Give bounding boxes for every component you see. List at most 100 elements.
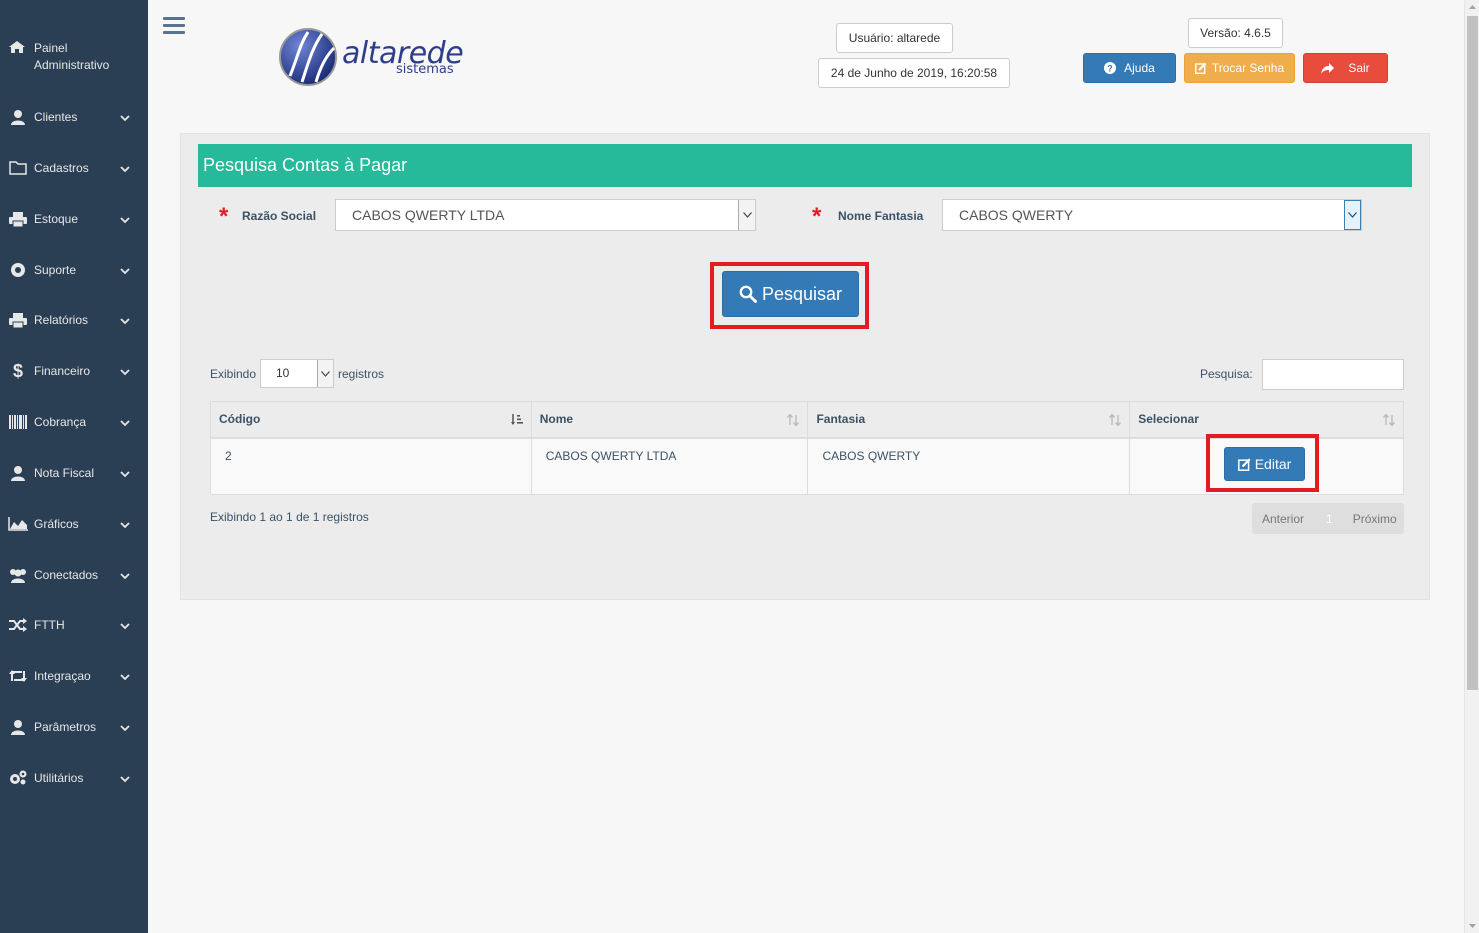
column-header-label: Nome	[539, 412, 574, 427]
logout-label: Sair	[1348, 61, 1370, 75]
sidebar-item-ftth[interactable]: FTTH	[0, 610, 148, 640]
chevron-down-icon	[120, 671, 130, 681]
length-prefix: Exibindo	[210, 367, 257, 381]
chevron-down-icon	[120, 620, 130, 630]
editar-button[interactable]: Editar	[1224, 447, 1305, 481]
sidebar-item-label: Clientes	[34, 110, 78, 124]
sidebar-item-cobranca[interactable]: Cobrança	[0, 407, 148, 437]
area-chart-icon	[8, 515, 28, 533]
column-header-fantasia[interactable]: Fantasia	[807, 401, 1131, 439]
nome-fantasia-select[interactable]: CABOS QWERTY	[942, 199, 1362, 231]
page-length-value: 10	[276, 366, 290, 380]
menu-toggle-icon[interactable]	[163, 17, 185, 35]
pesquisar-button-label: Pesquisar	[761, 283, 843, 304]
random-icon	[8, 616, 28, 634]
sidebar-item-label: Nota Fiscal	[34, 466, 95, 480]
nome-fantasia-label: Nome Fantasia	[838, 209, 924, 223]
sidebar-item-cadastros[interactable]: Cadastros	[0, 153, 148, 183]
question-circle-icon: ?	[1104, 62, 1117, 74]
column-header-codigo[interactable]: Código	[210, 401, 532, 439]
sidebar-item-relatorios[interactable]: Relatórios	[0, 305, 148, 335]
users-icon	[8, 566, 28, 584]
barcode-icon	[8, 413, 28, 431]
page-scrollbar[interactable]	[1464, 0, 1479, 933]
chevron-down-icon	[120, 468, 130, 478]
sidebar-item-label: Financeiro	[34, 364, 91, 378]
table-header-row: Código Nome Fantasia Selecionar	[210, 401, 1404, 439]
pesquisar-button[interactable]: Pesquisar	[722, 271, 859, 317]
sidebar-item-integracao[interactable]: Integraçao	[0, 661, 148, 691]
chevron-down-icon	[738, 200, 755, 230]
sidebar-item-parametros[interactable]: Parâmetros	[0, 712, 148, 742]
chevron-down-icon	[317, 360, 333, 387]
page-length-select[interactable]: 10	[260, 359, 334, 388]
razao-social-label: Razão Social	[242, 209, 317, 223]
pagination-previous[interactable]: Anterior	[1262, 512, 1304, 526]
table-search-input[interactable]	[1262, 359, 1404, 390]
folder-icon	[8, 159, 28, 177]
user-icon	[8, 108, 28, 126]
chevron-down-icon	[1344, 200, 1361, 230]
scroll-up-icon[interactable]	[1465, 0, 1479, 15]
sidebar-item-clientes[interactable]: Clientes	[0, 102, 148, 132]
sidebar-item-conectados[interactable]: Conectados	[0, 560, 148, 590]
sidebar-item-label: Integraçao	[34, 669, 91, 683]
sidebar-item-label: Estoque	[34, 212, 79, 226]
chevron-down-icon	[120, 722, 130, 732]
column-header-selecionar[interactable]: Selecionar	[1129, 401, 1404, 439]
sidebar-item-utilitarios[interactable]: Utilitários	[0, 763, 148, 793]
pagination-page[interactable]: 1	[1326, 512, 1333, 526]
edit-icon	[1237, 457, 1251, 471]
sidebar-item-nota-fiscal[interactable]: Nota Fiscal	[0, 458, 148, 488]
chevron-down-icon	[120, 570, 130, 580]
chevron-down-icon	[120, 112, 130, 122]
search-icon	[739, 285, 757, 303]
cell-codigo: 2	[210, 437, 532, 495]
logo: altarede sistemas	[278, 26, 468, 88]
sidebar-item-financeiro[interactable]: $ Financeiro	[0, 356, 148, 386]
svg-text:?: ?	[1107, 64, 1113, 74]
sort-icon	[787, 413, 800, 427]
sidebar-item-graficos[interactable]: Gráficos	[0, 509, 148, 539]
home-icon	[8, 40, 28, 56]
sidebar-item-label: Cadastros	[34, 161, 89, 175]
sidebar-header[interactable]: Painel Administrativo	[8, 40, 143, 74]
change-password-button[interactable]: Trocar Senha	[1184, 53, 1295, 83]
chevron-down-icon	[120, 519, 130, 529]
help-button[interactable]: ? Ajuda	[1083, 53, 1176, 83]
pagination: Anterior 1 Próximo	[1252, 503, 1404, 534]
length-suffix: registros	[338, 367, 385, 381]
sidebar-item-label: Suporte	[34, 263, 77, 277]
sidebar-header-label: Painel Administrativo	[34, 41, 110, 72]
sidebar-item-suporte[interactable]: Suporte	[0, 255, 148, 285]
help-button-label: Ajuda	[1124, 61, 1155, 75]
chevron-down-icon	[120, 773, 130, 783]
razao-social-select[interactable]: CABOS QWERTY LTDA	[335, 199, 756, 231]
chevron-down-icon	[120, 214, 130, 224]
version-badge: Versão: 4.6.5	[1188, 18, 1283, 48]
pagination-next[interactable]: Próximo	[1353, 512, 1397, 526]
column-header-label: Selecionar	[1138, 412, 1199, 427]
logout-button[interactable]: Sair	[1303, 53, 1388, 83]
user-icon	[8, 464, 28, 482]
printer-icon	[8, 210, 28, 228]
edit-icon	[1194, 62, 1207, 74]
chevron-down-icon	[120, 315, 130, 325]
sidebar-item-label: Parâmetros	[34, 720, 97, 734]
cogs-icon	[8, 769, 28, 787]
scroll-down-icon[interactable]	[1465, 918, 1479, 933]
scrollbar-thumb[interactable]	[1467, 16, 1478, 690]
user-icon	[8, 718, 28, 736]
sidebar: Painel Administrativo Clientes Cadastros …	[0, 0, 148, 933]
search-label: Pesquisa:	[1200, 367, 1253, 381]
sidebar-item-label: FTTH	[34, 618, 65, 632]
change-password-label: Trocar Senha	[1211, 61, 1285, 75]
page-title: Pesquisa Contas à Pagar	[198, 144, 1412, 187]
sidebar-item-estoque[interactable]: Estoque	[0, 204, 148, 234]
column-header-nome[interactable]: Nome	[530, 401, 809, 439]
share-icon	[1321, 62, 1335, 74]
sidebar-item-label: Gráficos	[34, 517, 79, 531]
required-asterisk-icon: *	[812, 203, 822, 230]
sort-icon	[1382, 413, 1396, 427]
dollar-icon: $	[12, 360, 23, 381]
